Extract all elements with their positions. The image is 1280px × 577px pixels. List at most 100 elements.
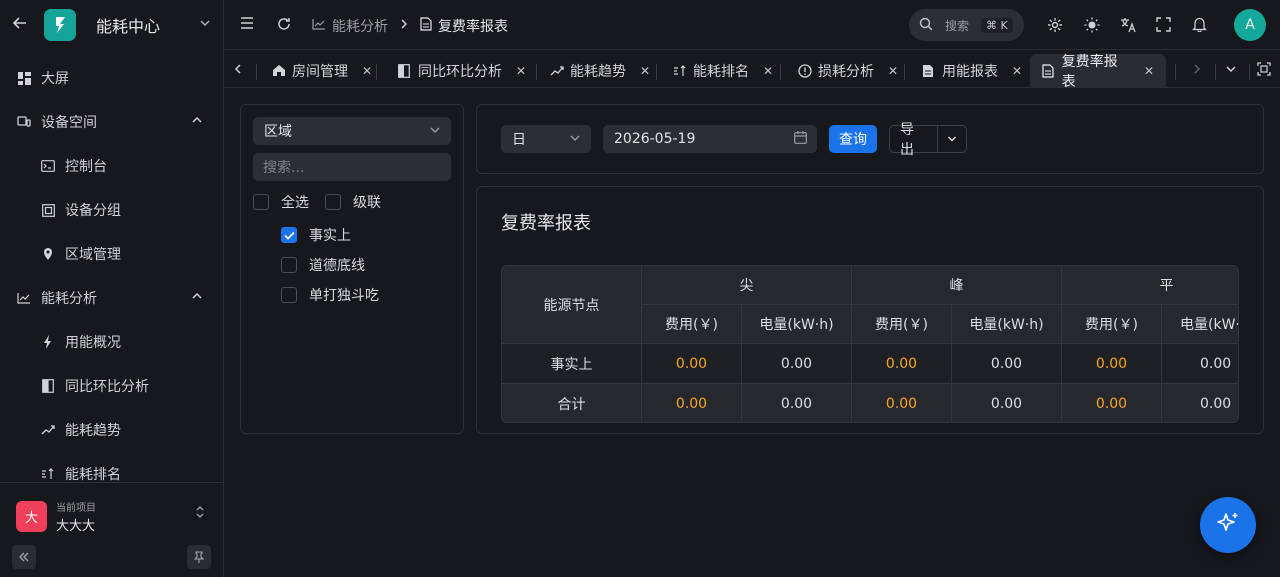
sidebar-item-area-management[interactable]: 区域管理 [0, 234, 223, 274]
sidebar-footer: 大 当前项目 大大大 [0, 482, 223, 577]
search-placeholder: 搜索 [945, 18, 970, 33]
bell-icon[interactable] [1192, 16, 1207, 32]
tab-label: 损耗分析 [818, 63, 874, 80]
project-avatar: 大 [16, 501, 47, 532]
column-header-node: 能源节点 [502, 266, 642, 344]
close-icon[interactable]: ✕ [640, 64, 650, 78]
export-button[interactable]: 导出 [890, 122, 938, 158]
maximize-icon[interactable] [1257, 62, 1271, 76]
checkbox-box [325, 194, 341, 210]
breadcrumb: 能耗分析 复费率报表 [312, 16, 508, 36]
close-icon[interactable]: ✕ [516, 64, 526, 78]
row-node-name: 合计 [502, 384, 642, 422]
project-switcher[interactable]: 大 当前项目 大大大 [16, 499, 96, 534]
top-header: 能耗分析 复费率报表 搜索 ⌘ K A [224, 0, 1280, 50]
tree-node-checkbox[interactable]: 道德底线 [281, 255, 365, 275]
close-icon[interactable]: ✕ [763, 64, 773, 78]
sidebar-item-dashboard[interactable]: 大屏 [0, 58, 223, 98]
column-header: 费用(￥) [642, 305, 742, 344]
gear-icon[interactable] [1047, 17, 1063, 33]
sidebar-item-label: 设备分组 [65, 203, 121, 219]
chevron-down-icon[interactable] [1225, 64, 1237, 74]
tree-node-checkbox[interactable]: 事实上 [281, 225, 351, 245]
tab-energy-ranking[interactable]: 能耗排名 ✕ [661, 54, 785, 87]
brand-bar: 能耗中心 [0, 0, 223, 50]
group-header: 平 [1062, 266, 1238, 305]
tree-node-checkbox[interactable]: 单打独斗吃 [281, 285, 379, 305]
pin-icon[interactable] [187, 545, 211, 569]
menu-icon[interactable] [240, 17, 254, 29]
tab-yoy-analysis[interactable]: 同比环比分析 ✕ [386, 54, 538, 87]
sidebar-item-usage-overview[interactable]: 用能概况 [0, 322, 223, 362]
chevron-right-icon[interactable] [1193, 63, 1201, 75]
close-icon[interactable]: ✕ [362, 64, 372, 78]
date-picker[interactable]: 2026-05-19 [603, 125, 817, 153]
granularity-value: 日 [512, 132, 526, 148]
tab-label: 能耗排名 [693, 63, 749, 80]
chevron-down-icon [569, 131, 581, 147]
node-search-input[interactable]: 搜索... [253, 153, 451, 181]
checkbox-box [281, 287, 297, 303]
table-cell-energy: 0.00 [742, 344, 852, 384]
granularity-select[interactable]: 日 [501, 125, 591, 153]
report-title: 复费率报表 [501, 213, 591, 234]
search-shortcut: ⌘ K [981, 17, 1013, 33]
date-value: 2026-05-19 [614, 131, 696, 147]
trend-icon [550, 65, 564, 76]
node-search-placeholder: 搜索... [263, 160, 305, 176]
tab-label: 复费率报表 [1061, 53, 1118, 90]
checkbox-box [281, 257, 297, 273]
filter-panel: 区域 搜索... 全选 级联 事实上 道德底线 单打独斗吃 [240, 104, 464, 434]
project-name: 大大大 [56, 519, 96, 534]
sidebar-item-label: 用能概况 [65, 335, 121, 351]
collapse-sidebar-icon[interactable] [12, 545, 36, 569]
table-cell-cost: 0.00 [852, 384, 952, 422]
breadcrumb-item[interactable]: 能耗分析 [332, 16, 388, 36]
tab-loss-analysis[interactable]: 损耗分析 ✕ [786, 54, 910, 87]
query-button[interactable]: 查询 [829, 125, 877, 153]
sidebar-item-energy-analysis[interactable]: 能耗分析 [0, 278, 223, 318]
chevron-down-icon[interactable] [938, 135, 966, 143]
group-icon [41, 203, 55, 217]
report-table: 能源节点 尖 峰 平 费用(￥) 电量(kW·h) 费用(￥) 电量(kW·h)… [501, 265, 1239, 423]
tab-label: 同比环比分析 [418, 63, 502, 80]
dimension-select[interactable]: 区域 [253, 117, 451, 145]
select-all-checkbox[interactable]: 全选 [253, 192, 309, 212]
back-arrow-icon[interactable] [12, 15, 26, 35]
sidebar-item-energy-trend[interactable]: 能耗趋势 [0, 410, 223, 450]
sidebar-item-label: 能耗排名 [65, 467, 121, 483]
close-icon[interactable]: ✕ [1144, 64, 1154, 78]
tab-energy-trend[interactable]: 能耗趋势 ✕ [538, 54, 662, 87]
sidebar-item-console[interactable]: 控制台 [0, 146, 223, 186]
tab-tou-report[interactable]: 复费率报表 ✕ [1030, 54, 1166, 90]
search-button[interactable]: 搜索 ⌘ K [909, 9, 1024, 41]
dashboard-icon [17, 71, 31, 85]
tab-room-management[interactable]: 房间管理 ✕ [260, 54, 384, 87]
dimension-value: 区域 [264, 124, 292, 140]
report-panel: 复费率报表 能源节点 尖 峰 平 费用(￥) 电量(kW·h) 费用(￥) 电量… [476, 186, 1264, 434]
app-logo [44, 9, 76, 41]
tree-node-label: 事实上 [309, 228, 351, 244]
sidebar-item-device-group[interactable]: 设备分组 [0, 190, 223, 230]
tab-bar: 房间管理 ✕ 同比环比分析 ✕ 能耗趋势 ✕ 能耗排名 ✕ 损耗分析 ✕ 用能报… [224, 50, 1280, 90]
cascade-checkbox[interactable]: 级联 [325, 192, 381, 212]
fullscreen-icon[interactable] [1156, 17, 1171, 32]
chevron-down-icon[interactable] [199, 17, 211, 33]
tab-usage-report[interactable]: 用能报表 ✕ [910, 54, 1034, 87]
document-icon [922, 64, 936, 78]
sidebar-item-device-space[interactable]: 设备空间 [0, 102, 223, 142]
refresh-icon[interactable] [276, 16, 292, 32]
user-avatar[interactable]: A [1234, 9, 1266, 41]
chevron-up-down-icon[interactable] [195, 505, 205, 522]
close-icon[interactable]: ✕ [1012, 64, 1022, 78]
chevron-left-icon[interactable] [234, 63, 242, 75]
sidebar-item-label: 能耗分析 [41, 291, 97, 307]
ai-assistant-button[interactable] [1200, 497, 1256, 553]
sidebar-item-yoy-analysis[interactable]: 同比环比分析 [0, 366, 223, 406]
check-icon [281, 227, 297, 243]
sun-icon[interactable] [1084, 17, 1100, 33]
checkbox-label: 全选 [281, 195, 309, 211]
translate-icon[interactable] [1120, 17, 1136, 33]
close-icon[interactable]: ✕ [888, 64, 898, 78]
group-header: 尖 [642, 266, 852, 305]
